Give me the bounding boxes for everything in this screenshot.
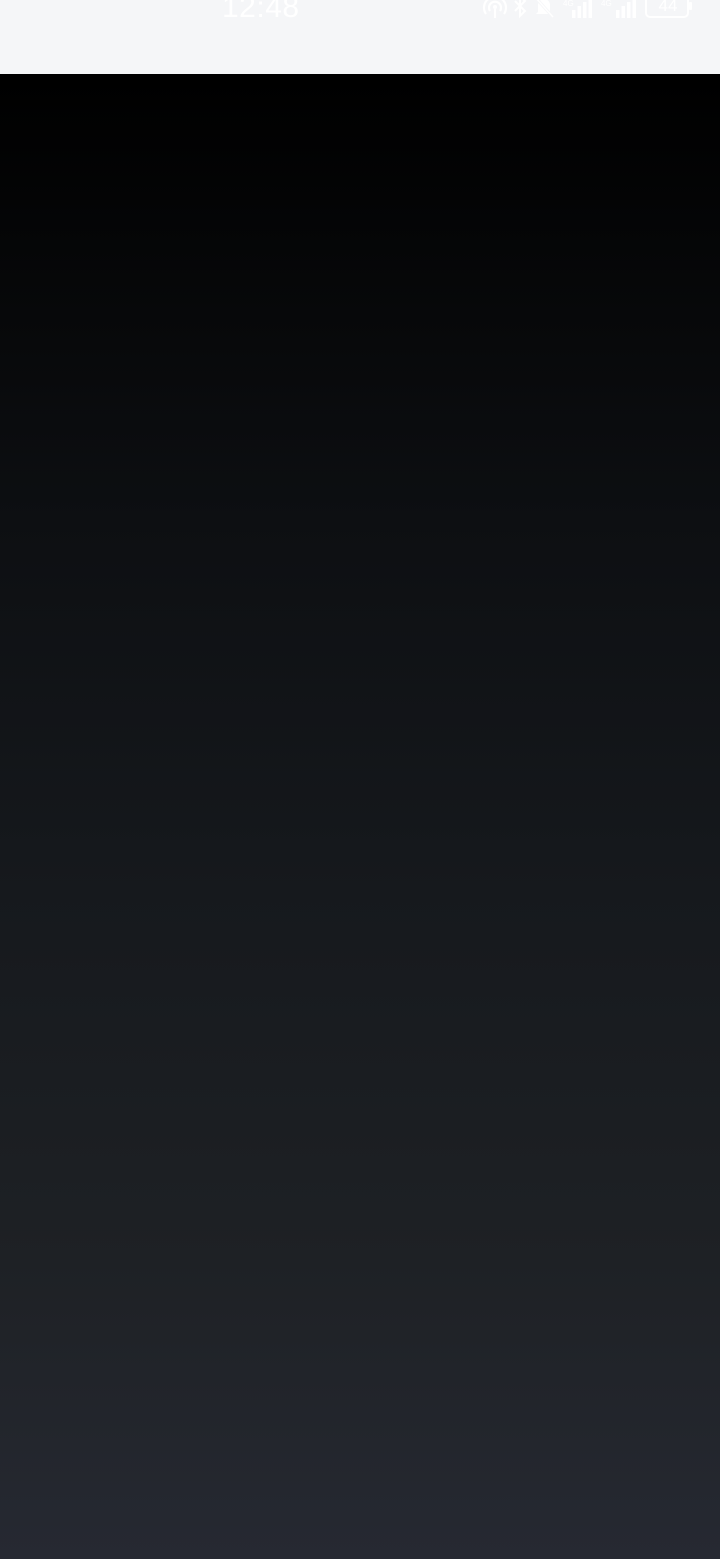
signal-icon: 4G (601, 0, 636, 18)
app-screen: 12:48 4G 4G 44 (0, 0, 720, 1559)
mute-icon (535, 0, 555, 19)
hotspot-icon (482, 0, 508, 18)
status-time: 12:48 (222, 0, 300, 24)
svg-text:4G: 4G (601, 0, 612, 8)
svg-text:4G: 4G (563, 0, 574, 8)
bluetooth-icon (514, 0, 527, 19)
battery-level: 44 (658, 0, 678, 15)
status-icons: 4G 4G 44 (480, 0, 716, 22)
status-bar: 12:48 4G 4G 44 (0, 0, 720, 74)
signal-icon: 4G (563, 0, 592, 18)
content-area (0, 74, 720, 1559)
